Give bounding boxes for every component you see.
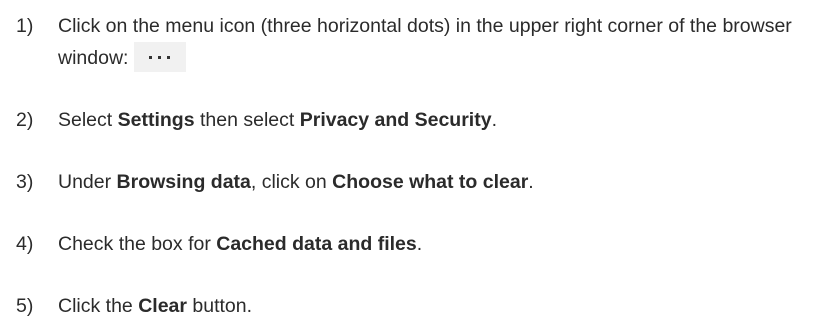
step-text-part: , click on	[250, 171, 333, 193]
step-3: 3) Under Browsing data, click on Choose …	[16, 166, 820, 198]
step-bold-term: Settings	[117, 109, 195, 131]
step-bold-term: Clear	[138, 295, 187, 317]
step-text: Check the box for Cached data and files.	[58, 228, 820, 260]
step-text-part: Under	[58, 171, 117, 193]
step-text: Click the Clear button.	[58, 290, 820, 322]
step-text-part: .	[528, 171, 534, 193]
step-number: 5)	[16, 295, 34, 317]
step-number: 3)	[16, 171, 34, 193]
step-number: 2)	[16, 109, 34, 131]
step-1: 1) Click on the menu icon (three horizon…	[16, 10, 820, 74]
step-number: 4)	[16, 233, 34, 255]
step-text: Select Settings then select Privacy and …	[58, 104, 820, 136]
step-text-part: Check the box for	[58, 233, 217, 255]
step-2: 2) Select Settings then select Privacy a…	[16, 104, 820, 136]
step-text-part: button.	[186, 295, 253, 317]
more-horizontal-icon	[134, 41, 187, 72]
step-text: Click on the menu icon (three horizontal…	[58, 10, 820, 74]
step-text-part: Select	[58, 109, 118, 131]
step-4: 4) Check the box for Cached data and fil…	[16, 228, 820, 260]
step-text: Under Browsing data, click on Choose wha…	[58, 166, 820, 198]
step-text-part: then select	[194, 109, 300, 131]
step-5: 5) Click the Clear button.	[16, 290, 820, 322]
instruction-list: 1) Click on the menu icon (three horizon…	[16, 10, 820, 322]
step-text-part: .	[416, 233, 423, 255]
step-text-part: .	[491, 109, 497, 131]
step-bold-term: Browsing data	[116, 171, 251, 193]
step-bold-term: Cached data and files	[216, 233, 417, 255]
step-number: 1)	[16, 15, 34, 37]
step-bold-term: Choose what to clear	[332, 171, 529, 193]
step-bold-term: Privacy and Security	[299, 109, 492, 131]
step-text-part: Click the	[58, 295, 139, 317]
